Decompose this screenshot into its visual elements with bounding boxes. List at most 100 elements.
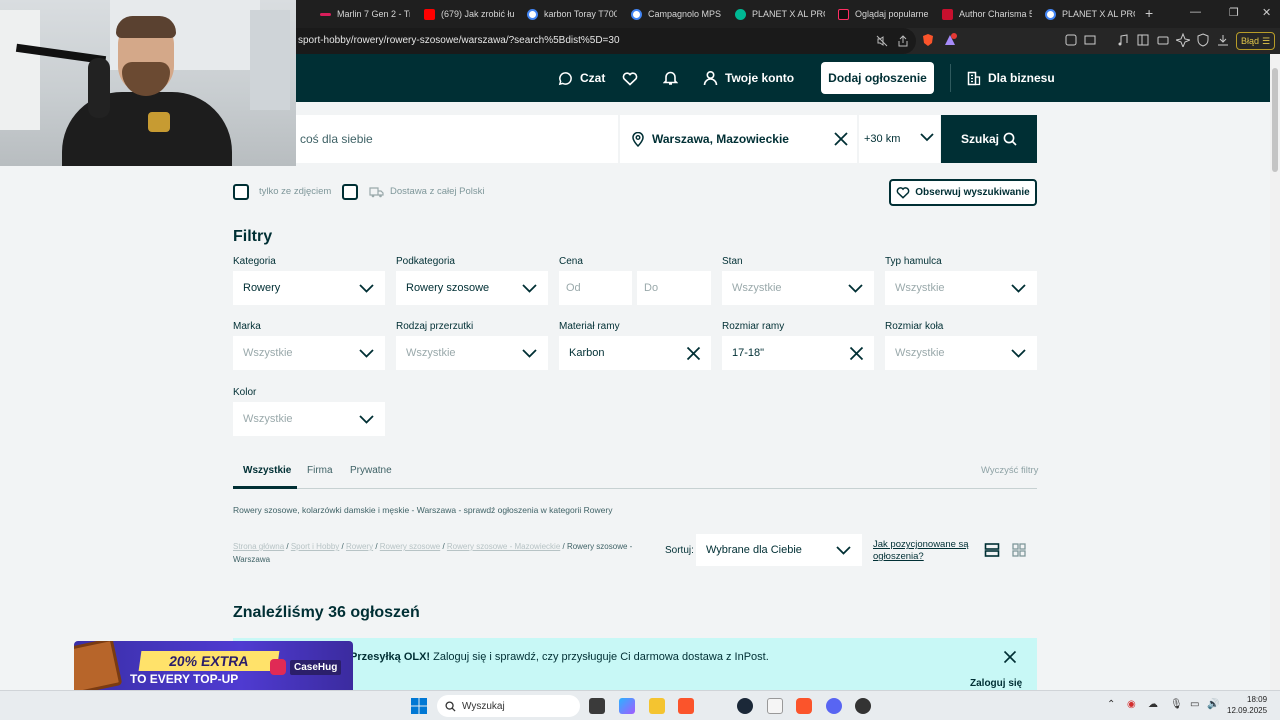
user-icon: [703, 70, 718, 86]
browser-tab-2[interactable]: (679) Jak zrobić łuk: [424, 4, 514, 24]
wheel-size-select[interactable]: Wszystkie: [885, 336, 1037, 370]
login-link[interactable]: Zaloguj się: [970, 678, 1022, 689]
close-window-icon[interactable]: ✕: [1262, 6, 1271, 19]
tab-company[interactable]: Firma: [307, 465, 333, 476]
distance-select[interactable]: +30 km: [859, 115, 940, 163]
frame-size-select[interactable]: 17-18": [722, 336, 874, 370]
delivery-checkbox[interactable]: [342, 184, 358, 200]
browser-tab-6[interactable]: Oglądaj popularne: [838, 4, 928, 24]
browser-tab-5[interactable]: PLANET X AL PRO S: [735, 4, 825, 24]
tab-all[interactable]: Wszystkie: [243, 465, 291, 476]
vpn-icon[interactable]: [1196, 33, 1210, 47]
breadcrumb-link[interactable]: Sport i Hobby: [291, 542, 339, 551]
clear-filter-icon[interactable]: [686, 346, 701, 361]
minimize-icon[interactable]: —: [1190, 6, 1201, 18]
search-button[interactable]: Szukaj: [941, 115, 1037, 163]
tray-app-icon[interactable]: ◉: [1127, 699, 1136, 710]
location-field[interactable]: Warszawa, Mazowieckie: [620, 115, 857, 163]
ad-headline: 20% EXTRA: [138, 651, 280, 671]
photo-only-checkbox[interactable]: [233, 184, 249, 200]
breadcrumb-link[interactable]: Rowery szosowe - Mazowieckie: [447, 542, 560, 551]
delivery-promo-banner: [233, 638, 1037, 690]
list-view-icon[interactable]: [984, 542, 1000, 558]
onedrive-icon[interactable]: ☁: [1148, 699, 1158, 710]
chat-link[interactable]: Czat: [558, 54, 605, 102]
wallet-icon[interactable]: [1156, 33, 1170, 47]
color-select[interactable]: Wszystkie: [233, 402, 385, 436]
brand-select[interactable]: Wszystkie: [233, 336, 385, 370]
browser-error-badge[interactable]: Błąd ☰: [1236, 32, 1276, 50]
taskbar-search[interactable]: Wyszukaj: [437, 695, 580, 717]
notepad-icon[interactable]: [767, 698, 783, 714]
brave-rewards-icon[interactable]: [943, 33, 957, 47]
category-select[interactable]: Rowery: [233, 271, 385, 305]
subcategory-select[interactable]: Rowery szosowe: [396, 271, 548, 305]
price-from-input[interactable]: Od: [559, 271, 632, 305]
discord-icon[interactable]: [826, 698, 842, 714]
browser-tab-7[interactable]: Author Charisma 55: [942, 4, 1032, 24]
webcam-person-hair: [116, 16, 176, 38]
maximize-icon[interactable]: ❐: [1229, 6, 1239, 19]
url-field[interactable]: sport-hobby/rowery/rowery-szosowe/warsza…: [296, 28, 916, 54]
frame-material-select[interactable]: Karbon: [559, 336, 711, 370]
active-tab-indicator: [233, 486, 297, 489]
page-scrollbar[interactable]: [1270, 54, 1280, 690]
search-input[interactable]: coś dla siebie: [296, 115, 618, 163]
ranking-info-link[interactable]: Jak pozycjonowane są ogłoszenia?: [873, 539, 973, 563]
brave-active-icon[interactable]: [796, 698, 812, 714]
steam-icon[interactable]: [737, 698, 753, 714]
clear-filters-link[interactable]: Wyczyść filtry: [981, 465, 1038, 476]
network-icon[interactable]: ▭: [1190, 699, 1199, 710]
brave-shield-icon[interactable]: [921, 33, 935, 47]
clear-filter-icon[interactable]: [849, 346, 864, 361]
screenshot-icon[interactable]: [1083, 33, 1097, 47]
microphone-icon[interactable]: 🎙: [1170, 699, 1183, 710]
clear-location-icon[interactable]: [833, 131, 849, 147]
price-to-input[interactable]: Do: [637, 271, 711, 305]
condition-select[interactable]: Wszystkie: [722, 271, 874, 305]
watch-search-button[interactable]: Obserwuj wyszukiwanie: [889, 179, 1037, 206]
share-icon[interactable]: [897, 35, 909, 47]
obs-icon[interactable]: [855, 698, 871, 714]
brake-type-select[interactable]: Wszystkie: [885, 271, 1037, 305]
account-link[interactable]: Twoje konto: [703, 54, 794, 102]
derailleur-select[interactable]: Wszystkie: [396, 336, 548, 370]
scrollbar-thumb[interactable]: [1272, 68, 1278, 172]
task-view-icon[interactable]: [589, 698, 605, 714]
taskbar-clock[interactable]: 18:09 12.09.2025: [1227, 694, 1267, 716]
extensions-icon[interactable]: [1064, 33, 1078, 47]
casehug-ad[interactable]: 20% EXTRA TO EVERY TOP-UP CaseHug: [74, 641, 353, 694]
breadcrumb-link[interactable]: Rowery szosowe: [380, 542, 440, 551]
notifications-link[interactable]: [663, 54, 678, 102]
browser-tab-3[interactable]: karbon Toray T700: [527, 4, 617, 24]
chevron-down-icon: [522, 349, 537, 358]
browser-tab-4[interactable]: Campagnolo MPS M: [631, 4, 721, 24]
grid-view-icon[interactable]: [1011, 542, 1027, 558]
copilot-icon[interactable]: [619, 698, 635, 714]
brave-browser-icon[interactable]: [678, 698, 694, 714]
business-link[interactable]: Dla biznesu: [967, 54, 1055, 102]
tray-chevron-icon[interactable]: ⌃: [1107, 699, 1115, 710]
close-icon[interactable]: [1003, 650, 1017, 664]
breadcrumb-link[interactable]: Rowery: [346, 542, 373, 551]
favorites-link[interactable]: [622, 54, 638, 102]
download-icon[interactable]: [1216, 33, 1230, 47]
color-label: Kolor: [233, 387, 257, 398]
tab-favicon-icon: [320, 12, 331, 16]
youtube-icon: [424, 8, 435, 20]
chevron-down-icon: [836, 546, 851, 555]
add-listing-button[interactable]: Dodaj ogłoszenie: [821, 62, 934, 94]
tab-private[interactable]: Prywatne: [350, 465, 392, 476]
breadcrumb-link[interactable]: Strona główna: [233, 542, 284, 551]
leo-ai-icon[interactable]: [1176, 33, 1190, 47]
windows-start-icon[interactable]: [411, 698, 427, 714]
volume-icon[interactable]: 🔊: [1207, 699, 1219, 710]
file-explorer-icon[interactable]: [649, 698, 665, 714]
sort-select[interactable]: Wybrane dla Ciebie: [696, 534, 862, 566]
new-tab-icon[interactable]: +: [1145, 5, 1153, 21]
sidebar-icon[interactable]: [1136, 33, 1150, 47]
browser-tab-8[interactable]: PLANET X AL PRO C: [1045, 4, 1135, 24]
browser-tab-1[interactable]: Marlin 7 Gen 2 - Tre: [320, 4, 410, 24]
mute-icon[interactable]: [876, 35, 888, 47]
music-icon[interactable]: [1116, 33, 1130, 47]
